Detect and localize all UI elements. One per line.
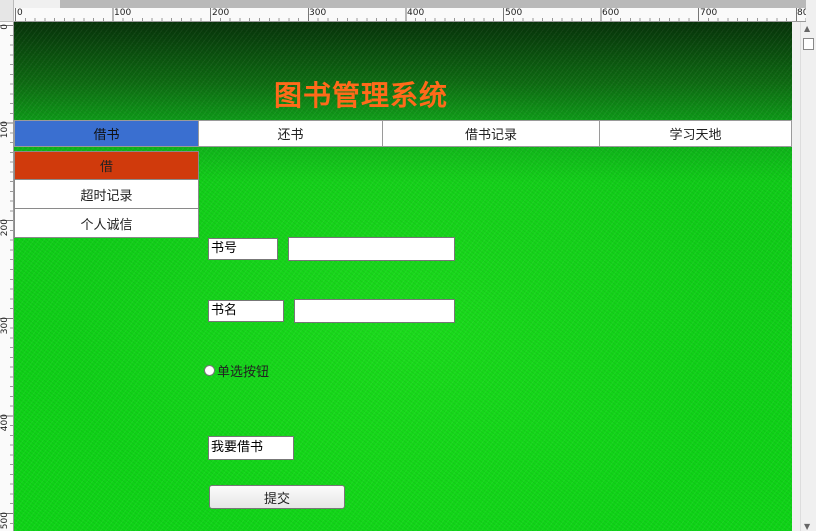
ruler-label: 500: [0, 512, 10, 530]
nav-item-study[interactable]: 学习天地: [600, 120, 792, 147]
main-nav: 借书 还书 借书记录 学习天地: [14, 120, 792, 147]
submenu-item-credit[interactable]: 个人诚信: [14, 209, 199, 238]
ruler-label: 0: [0, 24, 10, 30]
submenu-item-overdue-records[interactable]: 超时记录: [14, 180, 199, 209]
vertical-ruler: 0 100 200 300 400 500: [0, 22, 14, 531]
ruler-label: 700: [700, 8, 718, 18]
nav-item-return[interactable]: 还书: [199, 120, 383, 147]
toolbar-strip: [60, 0, 806, 8]
ruler-label: 200: [0, 219, 10, 237]
ruler-label: 300: [0, 317, 10, 335]
scroll-thumb[interactable]: [803, 38, 814, 50]
ruler-label: 500: [505, 8, 523, 18]
ruler-label: 600: [602, 8, 620, 18]
horizontal-ruler: 0 100 200 300 400 500 600 700 80: [14, 8, 806, 22]
side-submenu: 借 超时记录 个人诚信: [14, 151, 199, 238]
scroll-down-icon[interactable]: ▼: [804, 522, 810, 531]
design-canvas: 图书管理系统 借书 还书 借书记录 学习天地 借 超时记录 个人诚信 书号 书名…: [14, 22, 792, 531]
nav-item-borrow[interactable]: 借书: [14, 120, 199, 147]
ruler-label: 80: [797, 8, 806, 18]
page-title: 图书管理系统: [274, 79, 449, 112]
ruler-label: 300: [309, 8, 327, 18]
vertical-scrollbar[interactable]: ▲ ▼: [800, 22, 816, 531]
submit-button[interactable]: 提交: [209, 485, 345, 509]
radio-label: 单选按钮: [217, 365, 270, 380]
book-name-label: 书名: [208, 300, 284, 322]
radio-button[interactable]: [204, 365, 215, 376]
ruler-label: 100: [0, 121, 10, 139]
book-name-input[interactable]: [294, 299, 455, 323]
ruler-label: 200: [212, 8, 230, 18]
ruler-label: 400: [0, 414, 10, 432]
book-number-label: 书号: [208, 238, 278, 260]
submenu-item-borrow[interactable]: 借: [14, 151, 199, 180]
borrow-label: 我要借书: [208, 436, 294, 460]
ruler-corner: [0, 0, 14, 22]
book-number-input[interactable]: [288, 237, 455, 261]
radio-option[interactable]: 单选按钮: [204, 361, 269, 380]
ruler-label: 100: [114, 8, 132, 18]
nav-item-borrow-records[interactable]: 借书记录: [383, 120, 600, 147]
ruler-label: 400: [407, 8, 425, 18]
ruler-label: 0: [17, 8, 23, 18]
scroll-up-icon[interactable]: ▲: [804, 24, 810, 33]
